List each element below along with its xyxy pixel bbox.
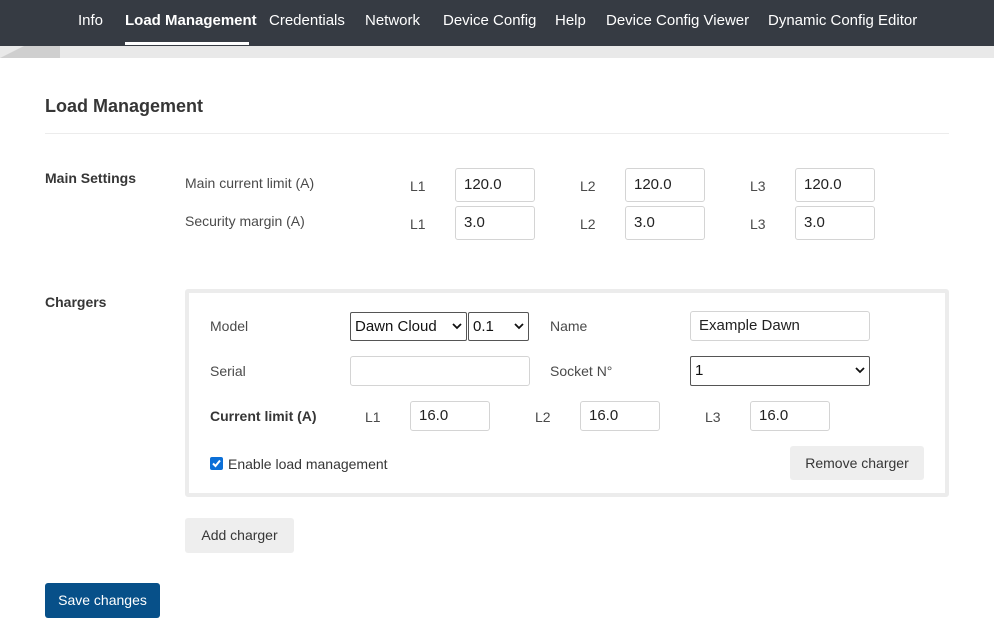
charger-name-label: Name <box>550 318 588 334</box>
model-version-select[interactable]: 0.1 <box>468 312 529 341</box>
nav-item-help[interactable]: Help <box>555 12 586 29</box>
main-current-l3-input[interactable]: 120.0 <box>795 168 875 202</box>
charger-name-input[interactable]: Example Dawn <box>690 311 870 341</box>
security-margin-l3-label: L3 <box>750 216 766 232</box>
main-current-l2-label: L2 <box>580 178 596 194</box>
nav-item-credentials[interactable]: Credentials <box>269 12 345 29</box>
security-margin-label: Security margin (A) <box>185 213 305 229</box>
chevron-down-icon <box>452 323 462 330</box>
model-select[interactable]: Dawn Cloud <box>350 312 467 341</box>
main-current-l1-input[interactable]: 120.0 <box>455 168 535 202</box>
model-select-value: Dawn Cloud <box>355 318 437 335</box>
title-divider <box>45 133 949 134</box>
security-margin-l1-input[interactable]: 3.0 <box>455 206 535 240</box>
remove-charger-button[interactable]: Remove charger <box>790 446 924 480</box>
serial-label: Serial <box>210 363 246 379</box>
nav-item-info[interactable]: Info <box>78 12 103 29</box>
nav-item-load-management[interactable]: Load Management <box>125 12 257 29</box>
charger-current-limit-label: Current limit (A) <box>210 408 317 424</box>
nav-item-network[interactable]: Network <box>365 12 420 29</box>
security-margin-l1-label: L1 <box>410 216 426 232</box>
header-band <box>0 46 994 58</box>
charger-l2-input[interactable]: 16.0 <box>580 401 660 431</box>
security-margin-l2-label: L2 <box>580 216 596 232</box>
chevron-down-icon <box>514 323 524 330</box>
charger-l1-input[interactable]: 16.0 <box>410 401 490 431</box>
socket-select[interactable]: 1 <box>690 356 870 386</box>
charger-l2-label: L2 <box>535 409 551 425</box>
nav-item-device-config[interactable]: Device Config <box>443 12 536 29</box>
security-margin-l3-input[interactable]: 3.0 <box>795 206 875 240</box>
enable-load-management-label[interactable]: Enable load management <box>228 456 388 472</box>
add-charger-button[interactable]: Add charger <box>185 518 294 553</box>
active-tab-indicator <box>125 42 249 45</box>
checkmark-icon <box>212 459 221 468</box>
main-current-limit-label: Main current limit (A) <box>185 175 315 191</box>
main-current-l2-input[interactable]: 120.0 <box>625 168 705 202</box>
page-title: Load Management <box>45 96 204 116</box>
main-current-l1-label: L1 <box>410 178 426 194</box>
enable-load-management-checkbox[interactable] <box>210 457 223 470</box>
socket-label: Socket N° <box>550 363 613 379</box>
top-navbar: Info Load Management Credentials Network… <box>0 0 994 46</box>
charger-l3-label: L3 <box>705 409 721 425</box>
header-decoration <box>0 46 60 58</box>
nav-item-device-config-viewer[interactable]: Device Config Viewer <box>606 12 749 29</box>
main-settings-label: Main Settings <box>45 170 137 186</box>
model-version-value: 0.1 <box>473 318 494 335</box>
model-label: Model <box>210 318 249 334</box>
charger-l1-label: L1 <box>365 409 381 425</box>
main-current-l3-label: L3 <box>750 178 766 194</box>
charger-l3-input[interactable]: 16.0 <box>750 401 830 431</box>
chevron-down-icon <box>855 367 865 374</box>
socket-select-value: 1 <box>695 362 704 379</box>
chargers-label: Chargers <box>45 294 107 310</box>
serial-input[interactable] <box>350 356 530 386</box>
nav-item-dynamic-config-editor[interactable]: Dynamic Config Editor <box>768 12 917 29</box>
save-changes-button[interactable]: Save changes <box>45 583 160 618</box>
security-margin-l2-input[interactable]: 3.0 <box>625 206 705 240</box>
